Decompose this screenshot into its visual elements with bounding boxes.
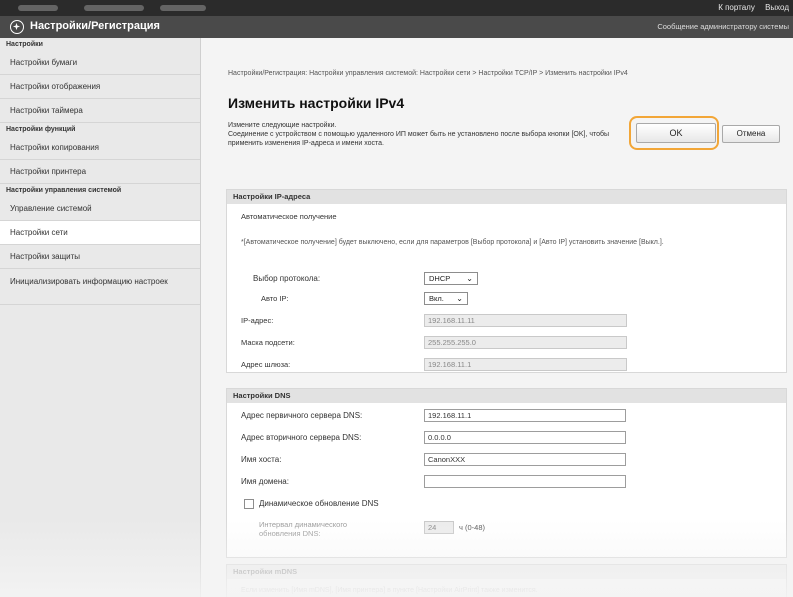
sidebar-item-system-management[interactable]: Управление системой: [0, 197, 200, 221]
ip-address-field[interactable]: 192.168.11.11: [424, 314, 627, 327]
secondary-dns-label: Адрес вторичного сервера DNS:: [241, 433, 362, 442]
header: Настройки/Регистрация Сообщение админист…: [0, 16, 793, 38]
dns-section-title: Настройки DNS: [227, 389, 786, 403]
subnet-mask-field[interactable]: 255.255.255.0: [424, 336, 627, 349]
chevron-down-icon: ⌄: [456, 294, 463, 303]
dns-interval-unit: ч (0-48): [459, 523, 485, 532]
domain-name-field[interactable]: [424, 475, 626, 488]
sidebar: Настройки Настройки бумаги Настройки ото…: [0, 38, 201, 597]
page-title: Изменить настройки IPv4: [228, 95, 405, 111]
primary-dns-field[interactable]: 192.168.11.1: [424, 409, 626, 422]
ip-settings-section: Настройки IP-адреса Автоматическое получ…: [226, 189, 787, 373]
settings-icon: [10, 20, 24, 34]
gateway-label: Адрес шлюза:: [241, 360, 291, 369]
sidebar-item-security[interactable]: Настройки защиты: [0, 245, 200, 269]
sidebar-item-display[interactable]: Настройки отображения: [0, 75, 200, 99]
dns-settings-section: Настройки DNS Адрес первичного сервера D…: [226, 388, 787, 558]
sidebar-item-copy[interactable]: Настройки копирования: [0, 136, 200, 160]
host-name-label: Имя хоста:: [241, 455, 282, 464]
mdns-section-title: Настройки mDNS: [227, 565, 786, 579]
top-links: К порталу Выход: [710, 3, 789, 12]
auto-acquire-label: Автоматическое получение: [241, 212, 337, 221]
sidebar-section-system: Настройки управления системой: [6, 187, 122, 194]
sidebar-item-initialize[interactable]: Инициализировать информацию настроек: [0, 269, 200, 305]
sidebar-section-functions: Настройки функций: [6, 126, 76, 133]
blurred-address: [18, 5, 58, 11]
dynamic-dns-checkbox[interactable]: [244, 499, 254, 509]
secondary-dns-field[interactable]: 0.0.0.0: [424, 431, 626, 444]
admin-message-link[interactable]: Сообщение администратору системы: [657, 22, 789, 31]
chevron-down-icon: ⌄: [466, 274, 473, 283]
protocol-value: DHCP: [429, 274, 451, 283]
top-bar: К порталу Выход: [0, 0, 793, 16]
sidebar-item-paper[interactable]: Настройки бумаги: [0, 51, 200, 75]
sidebar-item-timer[interactable]: Настройки таймера: [0, 99, 200, 123]
mdns-note: Если изменить [Имя mDNS], [Имя принтера]…: [241, 587, 538, 594]
sidebar-section-settings: Настройки: [6, 41, 43, 48]
dns-interval-field[interactable]: 24: [424, 521, 454, 534]
autoip-select[interactable]: Вкл. ⌄: [424, 292, 468, 305]
mdns-settings-section: Настройки mDNS Если изменить [Имя mDNS],…: [226, 564, 787, 597]
app-title: Настройки/Регистрация: [30, 20, 160, 32]
dynamic-dns-label: Динамическое обновление DNS: [259, 499, 379, 508]
intro-warning: Соединение с устройством с помощью удале…: [228, 131, 610, 147]
cancel-button[interactable]: Отмена: [722, 125, 780, 143]
primary-dns-label: Адрес первичного сервера DNS:: [241, 411, 363, 420]
sidebar-item-printer[interactable]: Настройки принтера: [0, 160, 200, 184]
intro-text: Измените следующие настройки. Соединение…: [228, 121, 628, 148]
blurred-address: [160, 5, 206, 11]
ip-address-label: IP-адрес:: [241, 316, 274, 325]
subnet-mask-label: Маска подсети:: [241, 338, 295, 347]
protocol-select[interactable]: DHCP ⌄: [424, 272, 478, 285]
host-name-field[interactable]: CanonXXX: [424, 453, 626, 466]
auto-acquire-note: *[Автоматическое получение] будет выключ…: [241, 239, 664, 246]
autoip-value: Вкл.: [429, 294, 444, 303]
breadcrumb: Настройки/Регистрация: Настройки управле…: [228, 70, 628, 77]
domain-name-label: Имя домена:: [241, 477, 289, 486]
gateway-field[interactable]: 192.168.11.1: [424, 358, 627, 371]
ip-section-title: Настройки IP-адреса: [227, 190, 786, 204]
portal-link[interactable]: К порталу: [718, 3, 755, 12]
blurred-address: [84, 5, 144, 11]
logout-link[interactable]: Выход: [765, 3, 789, 12]
intro-line: Измените следующие настройки.: [228, 122, 337, 129]
protocol-label: Выбор протокола:: [253, 274, 321, 283]
dns-interval-label: Интервал динамического обновления DNS:: [259, 520, 348, 538]
autoip-label: Авто IP:: [261, 294, 289, 303]
sidebar-item-network[interactable]: Настройки сети: [0, 221, 200, 245]
main-content: Настройки/Регистрация: Настройки управле…: [201, 38, 793, 597]
ok-button[interactable]: OK: [636, 123, 716, 143]
